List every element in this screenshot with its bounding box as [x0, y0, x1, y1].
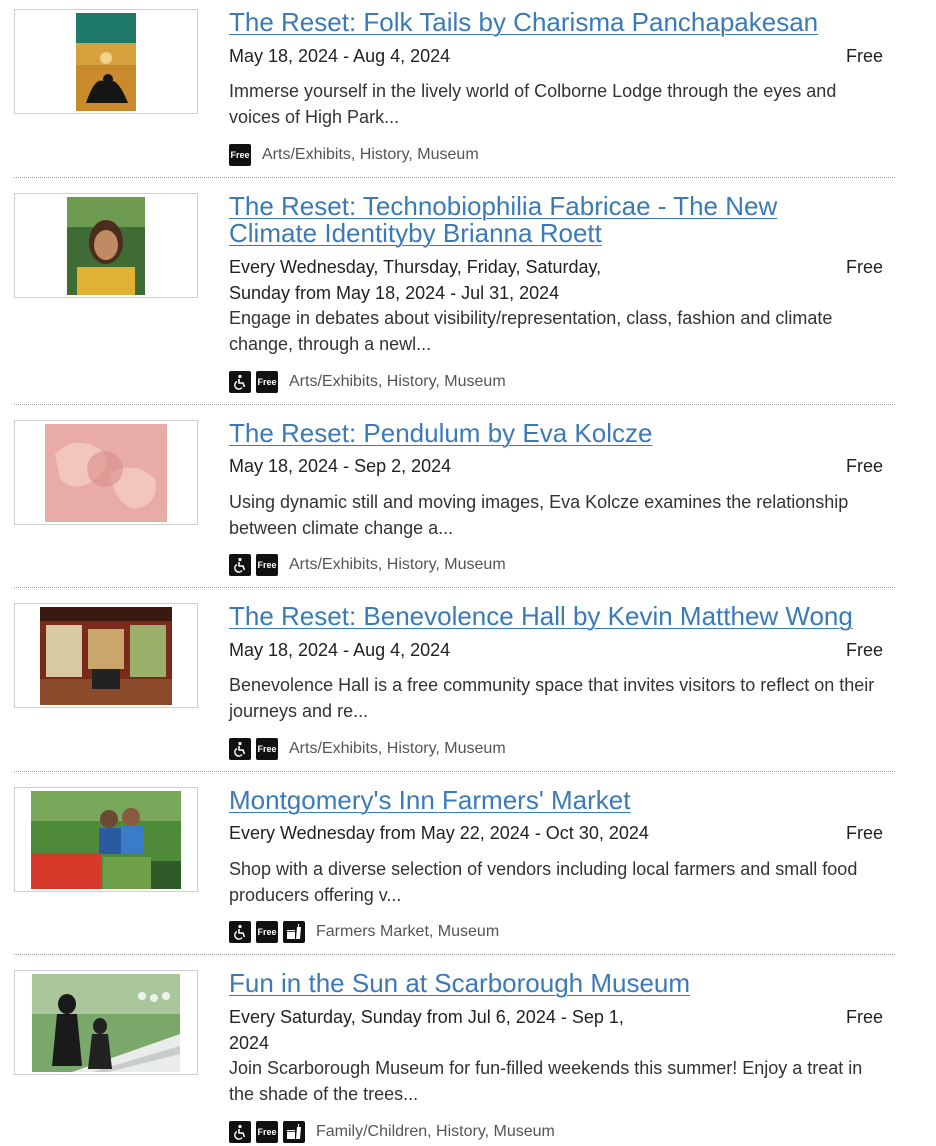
accessible-icon	[229, 921, 251, 943]
accessible-icon	[229, 371, 251, 393]
giant-chess-image	[32, 973, 180, 1072]
event-thumbnail[interactable]	[14, 970, 198, 1075]
event-date: May 18, 2024 - Aug 4, 2024	[229, 640, 451, 660]
event-price: Free	[845, 46, 883, 66]
event-tags: Free Arts/Exhibits, History, Museum	[229, 738, 506, 760]
event-price: Free	[845, 257, 883, 277]
event-title-link[interactable]: The Reset: Pendulum by Eva Kolcze	[229, 420, 859, 447]
event-categories: Farmers Market, Museum	[316, 923, 500, 940]
pendulum-image	[45, 423, 167, 522]
benevolence-hall-image	[40, 606, 172, 705]
portrait-image	[67, 196, 145, 295]
free-badge-icon: Free	[256, 554, 278, 576]
event-price: Free	[845, 456, 883, 476]
free-badge-icon: Free	[256, 738, 278, 760]
event-card: The Reset: Technobiophilia Fabricae - Th…	[14, 193, 895, 405]
event-description: Engage in debates about visibility/repre…	[229, 308, 833, 354]
event-tags: Free Arts/Exhibits, History, Museum	[229, 554, 506, 576]
event-title-link[interactable]: Montgomery's Inn Farmers' Market	[229, 787, 859, 814]
event-price: Free	[845, 640, 883, 660]
event-title-link[interactable]: The Reset: Folk Tails by Charisma Pancha…	[229, 9, 859, 36]
event-date: May 18, 2024 - Aug 4, 2024	[229, 46, 451, 66]
event-card: Montgomery's Inn Farmers' Market Every W…	[14, 787, 895, 955]
event-thumbnail[interactable]	[14, 193, 198, 298]
event-card: The Reset: Pendulum by Eva Kolcze May 18…	[14, 420, 895, 588]
event-thumbnail[interactable]	[14, 787, 198, 892]
event-title-link[interactable]: The Reset: Benevolence Hall by Kevin Mat…	[229, 603, 859, 630]
event-tags: Free Arts/Exhibits, History, Museum	[229, 371, 506, 393]
event-card: The Reset: Folk Tails by Charisma Pancha…	[14, 9, 895, 178]
event-list: The Reset: Folk Tails by Charisma Pancha…	[0, 0, 936, 1146]
event-thumbnail[interactable]	[14, 420, 198, 525]
event-price: Free	[845, 823, 883, 843]
event-price: Free	[845, 1007, 883, 1027]
event-date: Every Saturday, Sunday from Jul 6, 2024 …	[229, 1007, 624, 1053]
event-title-link[interactable]: The Reset: Technobiophilia Fabricae - Th…	[229, 193, 859, 247]
free-badge-icon: Free	[256, 921, 278, 943]
free-badge-icon: Free	[256, 1121, 278, 1143]
event-description: Using dynamic still and moving images, E…	[229, 492, 849, 538]
event-tags: Free Arts/Exhibits, History, Museum	[229, 144, 479, 166]
event-categories: Arts/Exhibits, History, Museum	[289, 373, 506, 390]
accessible-icon	[229, 1121, 251, 1143]
event-date: May 18, 2024 - Sep 2, 2024	[229, 456, 452, 476]
event-categories: Arts/Exhibits, History, Museum	[289, 740, 506, 757]
event-date: Every Wednesday, Thursday, Friday, Satur…	[229, 257, 602, 303]
event-description: Benevolence Hall is a free community spa…	[229, 675, 875, 721]
event-card: Fun in the Sun at Scarborough Museum Eve…	[14, 970, 895, 1146]
event-card: The Reset: Benevolence Hall by Kevin Mat…	[14, 603, 895, 772]
event-description: Shop with a diverse selection of vendors…	[229, 859, 858, 905]
accessible-icon	[229, 554, 251, 576]
event-description: Immerse yourself in the lively world of …	[229, 81, 837, 127]
event-tags: Free Family/Children, History, Museum	[229, 1121, 555, 1143]
event-title-link[interactable]: Fun in the Sun at Scarborough Museum	[229, 970, 859, 997]
event-thumbnail[interactable]	[14, 9, 198, 114]
event-thumbnail[interactable]	[14, 603, 198, 708]
event-tags: Free Farmers Market, Museum	[229, 921, 499, 943]
food-drink-icon	[283, 1121, 305, 1143]
event-date: Every Wednesday from May 22, 2024 - Oct …	[229, 823, 649, 843]
event-categories: Arts/Exhibits, History, Museum	[262, 146, 479, 163]
event-categories: Family/Children, History, Museum	[316, 1123, 555, 1140]
food-drink-icon	[283, 921, 305, 943]
folk-tails-image	[76, 12, 136, 111]
event-categories: Arts/Exhibits, History, Museum	[289, 556, 506, 573]
event-description: Join Scarborough Museum for fun-filled w…	[229, 1058, 863, 1104]
farmers-market-image	[31, 790, 181, 889]
free-badge-icon: Free	[229, 144, 251, 166]
accessible-icon	[229, 738, 251, 760]
free-badge-icon: Free	[256, 371, 278, 393]
